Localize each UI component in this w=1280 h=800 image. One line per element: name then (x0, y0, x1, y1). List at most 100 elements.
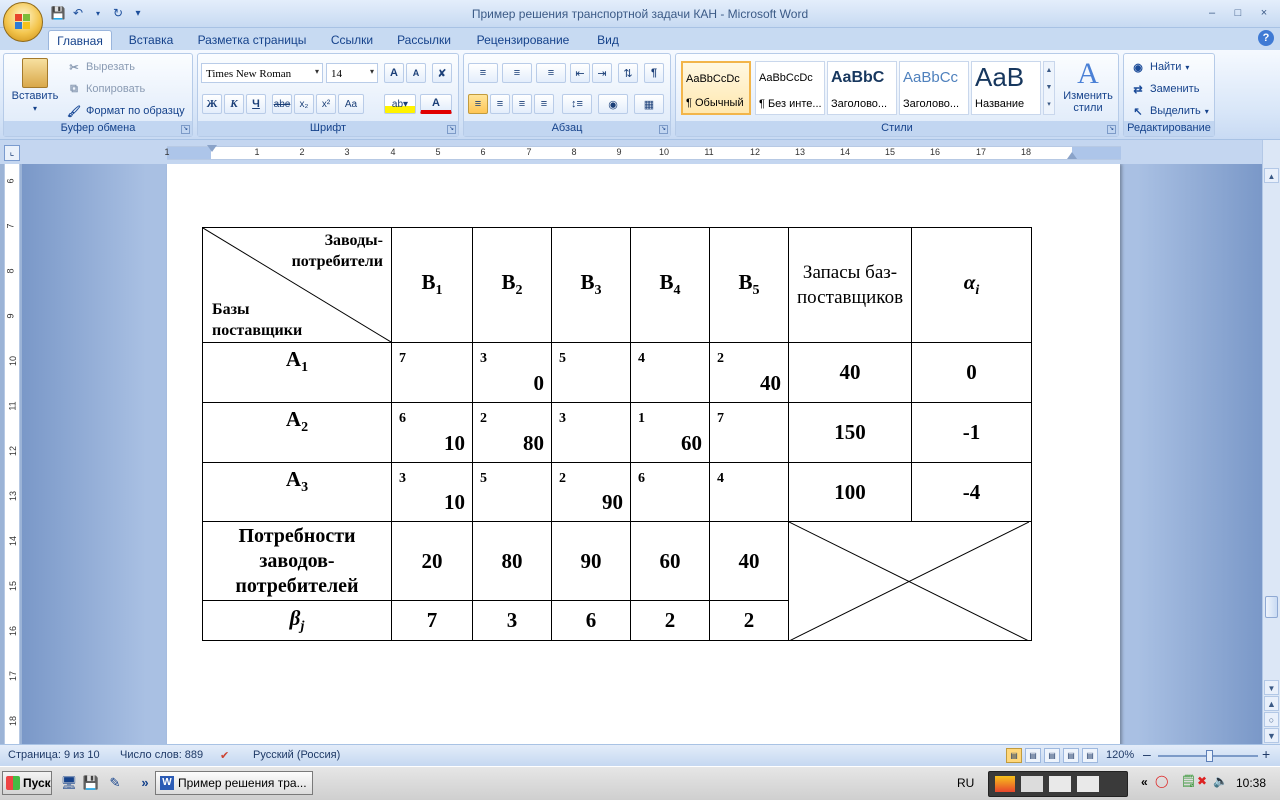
bullets-button[interactable]: ≡ (468, 63, 498, 83)
tab-insert[interactable]: Вставка (122, 30, 180, 50)
input-language[interactable]: RU (957, 776, 974, 790)
tray-app-icon-1[interactable] (995, 776, 1015, 792)
font-size-combo[interactable]: 14 ▾ (326, 63, 378, 83)
align-left-button[interactable]: ≡ (468, 94, 488, 114)
change-case-button[interactable]: Aa (338, 94, 364, 114)
zoom-out-button[interactable]: – (1143, 746, 1151, 762)
proofing-icon[interactable]: ✔ (220, 749, 229, 762)
prev-page-icon[interactable]: ▲ (1264, 696, 1279, 711)
increase-indent-button[interactable]: ⇥ (592, 63, 612, 83)
copy-button[interactable]: ⧉ Копировать (66, 81, 145, 97)
bold-button[interactable]: Ж (202, 94, 222, 114)
style-normal[interactable]: AaBbCcDc ¶ Обычный (681, 61, 751, 115)
word-count[interactable]: Число слов: 889 (120, 749, 203, 761)
grow-font-button[interactable]: A (384, 63, 404, 83)
style-heading-2[interactable]: AaBbCc Заголово... (899, 61, 969, 115)
print-layout-view-icon[interactable]: ▤ (1006, 748, 1022, 763)
align-right-button[interactable]: ≡ (512, 94, 532, 114)
line-spacing-button[interactable]: ↕≡ (562, 94, 592, 114)
draft-view-icon[interactable]: ▤ (1082, 748, 1098, 763)
show-desktop-icon[interactable]: 🖥 (60, 774, 78, 792)
cut-button[interactable]: ✂ Вырезать (66, 59, 135, 75)
network-error-icon[interactable]: ✖ (1197, 774, 1207, 788)
paste-button[interactable]: Вставить ▾ (8, 58, 62, 113)
tray-chevron[interactable]: « (1141, 775, 1148, 789)
pencil-shortcut-icon[interactable]: ✎ (106, 774, 124, 792)
taskbar-word-window[interactable]: W Пример решения тра... (155, 771, 313, 795)
zoom-level[interactable]: 120% (1106, 749, 1134, 761)
quicklaunch-chevron[interactable]: » (136, 774, 154, 792)
clear-format-button[interactable]: ✘ (432, 63, 452, 83)
strikethrough-button[interactable]: abe (272, 94, 292, 114)
zoom-in-button[interactable]: + (1262, 746, 1270, 762)
tray-notes-icon[interactable]: 🗒 (1181, 774, 1196, 788)
help-icon[interactable]: ? (1258, 30, 1274, 46)
full-screen-reading-icon[interactable]: ▤ (1025, 748, 1041, 763)
show-marks-button[interactable]: ¶ (644, 63, 664, 83)
tray-app-icon-2[interactable] (1021, 776, 1043, 792)
style-title[interactable]: AaB Название (971, 61, 1041, 115)
opera-icon[interactable]: ◯ (1155, 774, 1168, 788)
tab-home[interactable]: Главная (48, 30, 112, 50)
scroll-down-icon[interactable]: ▼ (1264, 680, 1279, 695)
italic-button[interactable]: К (224, 94, 244, 114)
start-button[interactable]: Пуск (2, 771, 52, 795)
scroll-up-icon[interactable]: ▲ (1264, 168, 1279, 183)
vertical-ruler[interactable]: 6 7 8 9 10 11 12 13 14 15 16 17 18 (4, 164, 20, 744)
replace-button[interactable]: ⇄ Заменить (1130, 81, 1199, 97)
clipboard-expand-icon[interactable]: ↘ (181, 125, 190, 134)
font-expand-icon[interactable]: ↘ (447, 125, 456, 134)
borders-button[interactable]: ▦ (634, 94, 664, 114)
language-indicator[interactable]: Русский (Россия) (253, 749, 340, 761)
close-button[interactable]: × (1252, 4, 1276, 22)
tab-mailings[interactable]: Рассылки (392, 30, 456, 50)
volume-icon[interactable]: 🔈 (1213, 774, 1228, 788)
paragraph-expand-icon[interactable]: ↘ (659, 125, 668, 134)
decrease-indent-button[interactable]: ⇤ (570, 63, 590, 83)
tab-review[interactable]: Рецензирование (470, 30, 576, 50)
change-styles-button[interactable]: A Изменить стили (1059, 58, 1117, 115)
styles-expand-icon[interactable]: ↘ (1107, 125, 1116, 134)
highlight-button[interactable]: ab▾ (384, 94, 416, 114)
align-center-button[interactable]: ≡ (490, 94, 510, 114)
tray-printer-icon-2[interactable] (1077, 776, 1099, 792)
clock[interactable]: 10:38 (1236, 776, 1266, 790)
multilevel-list-button[interactable]: ≡ (536, 63, 566, 83)
right-indent-marker[interactable] (1067, 152, 1077, 159)
minimize-button[interactable]: – (1200, 4, 1224, 22)
indent-marker[interactable] (207, 145, 217, 152)
tab-references[interactable]: Ссылки (324, 30, 380, 50)
superscript-button[interactable]: x² (316, 94, 336, 114)
numbering-button[interactable]: ≡ (502, 63, 532, 83)
tab-selector[interactable]: ⌞ (4, 145, 20, 161)
horizontal-ruler[interactable]: 1 1 2 3 4 5 6 7 8 9 10 11 12 13 14 15 16 17 18 (164, 145, 1121, 160)
outline-view-icon[interactable]: ▤ (1063, 748, 1079, 763)
format-painter-button[interactable]: 🖌 Формат по образцу (66, 103, 185, 119)
select-button[interactable]: ↖ Выделить ▾ (1130, 103, 1208, 119)
shrink-font-button[interactable]: A (406, 63, 426, 83)
tray-printer-icon-1[interactable] (1049, 776, 1071, 792)
save-shortcut-icon[interactable]: 💾 (82, 774, 100, 792)
tab-page-layout[interactable]: Разметка страницы (192, 30, 312, 50)
maximize-button[interactable]: □ (1226, 4, 1250, 22)
justify-button[interactable]: ≡ (534, 94, 554, 114)
web-layout-icon[interactable]: ▤ (1044, 748, 1060, 763)
sort-button[interactable]: ⇅ (618, 63, 638, 83)
find-button[interactable]: ◉ Найти ▾ (1130, 59, 1189, 75)
subscript-button[interactable]: x₂ (294, 94, 314, 114)
styles-scroll[interactable]: ▲ ▼ ▾ (1043, 61, 1055, 115)
font-name-combo[interactable]: Times New Roman ▾ (201, 63, 323, 83)
style-no-spacing[interactable]: AaBbCcDc ¶ Без инте... (755, 61, 825, 115)
shading-button[interactable]: ◉ (598, 94, 628, 114)
vertical-scrollbar[interactable]: ▲ ▼ ▲ ○ ▼ (1262, 140, 1280, 744)
zoom-slider-thumb[interactable] (1206, 750, 1213, 762)
office-button[interactable] (3, 2, 43, 42)
scrollbar-thumb[interactable] (1265, 596, 1278, 618)
underline-button[interactable]: Ч (246, 94, 266, 114)
font-color-button[interactable]: A (420, 94, 452, 114)
next-page-icon[interactable]: ▼ (1264, 728, 1279, 743)
select-browse-object-icon[interactable]: ○ (1264, 712, 1279, 727)
tab-view[interactable]: Вид (590, 30, 626, 50)
page-indicator[interactable]: Страница: 9 из 10 (8, 749, 100, 761)
style-heading-1[interactable]: AaBbC Заголово... (827, 61, 897, 115)
